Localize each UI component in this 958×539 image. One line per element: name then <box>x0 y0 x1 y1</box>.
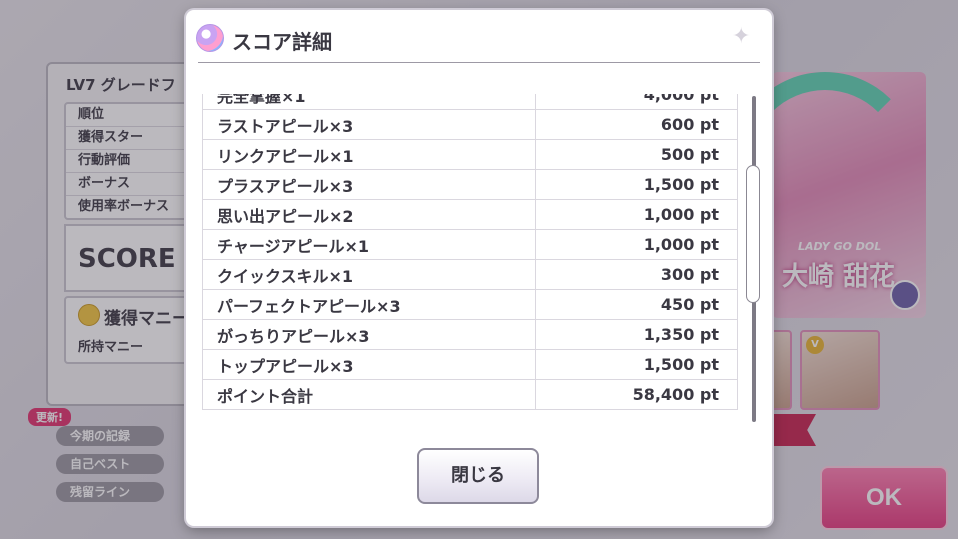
dialog-title: スコア詳細 <box>232 30 332 54</box>
table-row: チャージアピール×1 1,000 pt <box>202 229 738 260</box>
score-item-label: がっちりアピール×3 <box>202 319 536 350</box>
divider <box>198 62 760 63</box>
score-item-value: 58,400 pt <box>535 379 738 410</box>
score-item-label: ポイント合計 <box>202 379 536 410</box>
score-table: 完全掌握×1 4,000 pt ラストアピール×3 600 pt リンクアピール×1 50… <box>202 94 738 410</box>
score-item-label: チャージアピール×1 <box>202 229 536 260</box>
table-row: クイックスキル×1 300 pt <box>202 259 738 290</box>
score-list[interactable]: 完全掌握×1 4,000 pt ラストアピール×3 600 pt リンクアピール×1 50… <box>202 94 738 422</box>
table-row: パーフェクトアピール×3 450 pt <box>202 289 738 320</box>
table-row: リンクアピール×1 500 pt <box>202 139 738 170</box>
score-item-label: 完全掌握×1 <box>202 94 536 110</box>
score-item-label: パーフェクトアピール×3 <box>202 289 536 320</box>
score-item-value: 450 pt <box>535 289 738 320</box>
score-item-label: リンクアピール×1 <box>202 139 536 170</box>
score-item-value: 600 pt <box>535 109 738 140</box>
table-row: 完全掌握×1 4,000 pt <box>202 94 738 110</box>
score-item-value: 500 pt <box>535 139 738 170</box>
table-row: トップアピール×3 1,500 pt <box>202 349 738 380</box>
score-item-value: 1,000 pt <box>535 229 738 260</box>
table-row: ポイント合計 58,400 pt <box>202 379 738 410</box>
score-item-label: クイックスキル×1 <box>202 259 536 290</box>
table-row: がっちりアピール×3 1,350 pt <box>202 319 738 350</box>
score-item-value: 1,350 pt <box>535 319 738 350</box>
score-detail-dialog: スコア詳細 ✦ 完全掌握×1 4,000 pt ラストアピール×3 600 pt リンク… <box>186 10 772 526</box>
score-item-label: プラスアピール×3 <box>202 169 536 200</box>
score-item-label: トップアピール×3 <box>202 349 536 380</box>
score-item-value: 1,500 pt <box>535 349 738 380</box>
score-item-label: 思い出アピール×2 <box>202 199 536 230</box>
table-row: ラストアピール×3 600 pt <box>202 109 738 140</box>
score-item-value: 1,000 pt <box>535 199 738 230</box>
close-button[interactable]: 閉じる <box>417 448 539 504</box>
score-item-value: 1,500 pt <box>535 169 738 200</box>
score-item-value: 300 pt <box>535 259 738 290</box>
sparkle-icon: ✦ <box>732 24 751 49</box>
score-orb-icon <box>196 24 224 52</box>
table-row: プラスアピール×3 1,500 pt <box>202 169 738 200</box>
table-row: 思い出アピール×2 1,000 pt <box>202 199 738 230</box>
score-item-label: ラストアピール×3 <box>202 109 536 140</box>
scrollbar-thumb[interactable] <box>746 165 760 303</box>
score-item-value: 4,000 pt <box>535 94 738 110</box>
